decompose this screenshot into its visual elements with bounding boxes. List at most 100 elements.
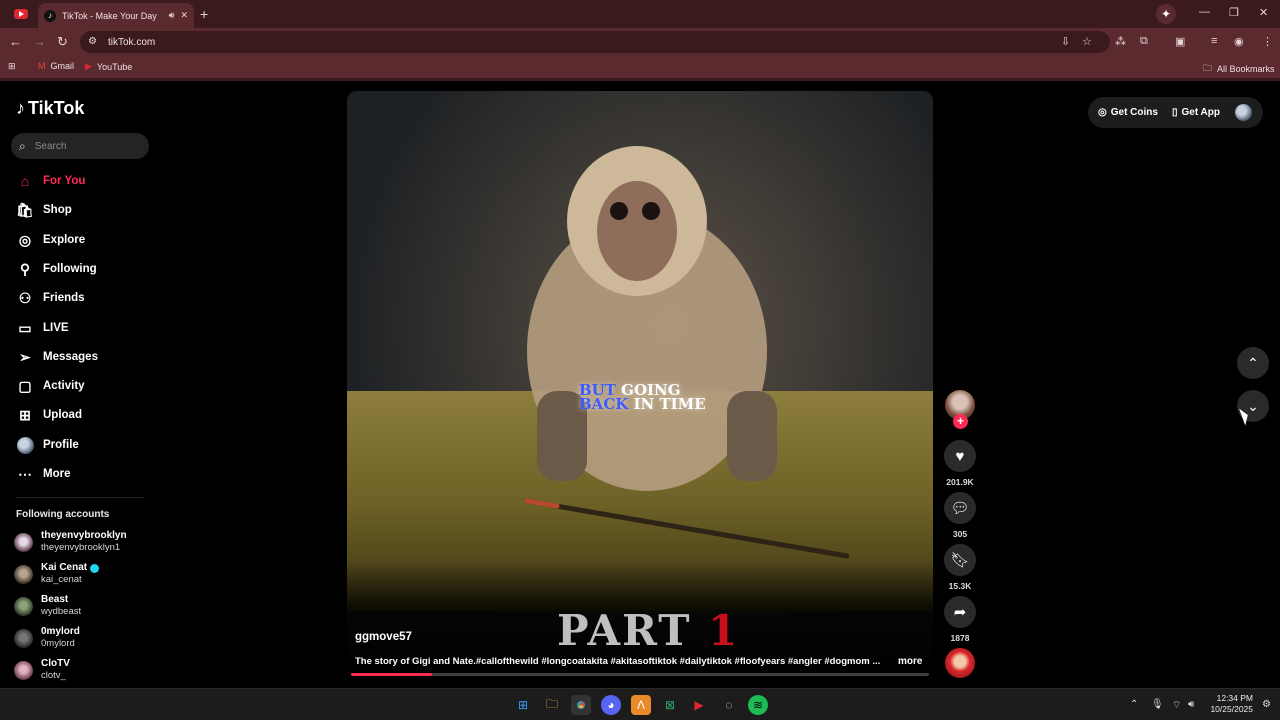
active-tab[interactable]: ♪ TikTok - Make Your Day 🔊︎ ✕ — [38, 3, 194, 28]
get-coins-button[interactable]: ◎ Get Coins — [1098, 107, 1158, 118]
logo-text: TikTok — [28, 98, 85, 118]
nav-label: Explore — [43, 234, 86, 246]
nav-friends[interactable]: ⚇ Friends — [16, 289, 85, 307]
chevron-up-icon: ⌃ — [1247, 354, 1259, 371]
part-word: PART — [557, 606, 692, 655]
account-item[interactable]: 0mylord 0mylord — [14, 626, 80, 650]
get-coins-label: Get Coins — [1110, 107, 1158, 118]
all-bookmarks[interactable]: 🗀 All Bookmarks — [1203, 61, 1275, 77]
nav-activity[interactable]: ▢ Activity — [16, 377, 84, 395]
overlay-white-text: IN TIME — [633, 395, 706, 413]
account-item[interactable]: CloTV clotv_ — [14, 658, 70, 682]
sound-disc-avatar[interactable] — [945, 648, 975, 678]
site-info-icon[interactable]: ⚙ — [88, 36, 100, 48]
bookmark-label: YouTube — [96, 61, 133, 72]
video-caption-overlay: BUT GOING BACK IN TIME — [579, 383, 706, 413]
account-item[interactable]: Kai Cenat kai_cenat — [14, 562, 100, 586]
account-handle: clotv_ — [41, 670, 66, 681]
bookmark-icon: 🔖︎ — [950, 552, 970, 569]
description-more-button[interactable]: more — [898, 656, 922, 667]
nav-more[interactable]: ⋯ More — [16, 465, 70, 483]
nav-label: Profile — [43, 439, 79, 451]
nav-for-you[interactable]: ⌂ For You — [16, 172, 86, 190]
volume-icon[interactable]: 🔊︎ — [1188, 699, 1194, 710]
minimize-icon[interactable]: — — [1199, 6, 1210, 18]
account-item[interactable]: Beast wydbeast — [14, 594, 81, 618]
chrome-icon[interactable] — [571, 695, 591, 715]
comment-count: 305 — [952, 529, 968, 539]
excel-icon[interactable]: ⊠ — [660, 695, 680, 715]
nav-upload[interactable]: ⊞ Upload — [16, 406, 82, 424]
upload-icon: ⊞ — [19, 406, 31, 423]
youtube-app-icon[interactable]: ▶ — [689, 695, 709, 715]
video-player[interactable]: BUT GOING BACK IN TIME PART 1 ggmove57 T… — [347, 91, 933, 677]
back-icon[interactable]: ← — [9, 34, 22, 49]
coin-icon: ◎ — [1098, 107, 1107, 118]
discord-icon[interactable]: ◕ — [601, 695, 621, 715]
account-handle: wydbeast — [41, 606, 82, 617]
bookmark-star-icon[interactable]: ☆ — [1082, 35, 1092, 48]
friends-icon: ⚇ — [18, 289, 32, 306]
wifi-icon[interactable]: ⌔ — [1172, 699, 1181, 712]
extension-icon[interactable]: ⁂ — [1115, 35, 1126, 48]
clock-time: 12:34 PM — [1216, 693, 1253, 703]
bookmark-youtube[interactable]: ▶ YouTube — [85, 61, 132, 72]
get-app-button[interactable]: ▯ Get App — [1172, 107, 1220, 118]
sidepanel-icon[interactable]: ▣ — [1175, 35, 1185, 48]
live-icon: ▭ — [18, 319, 32, 336]
speaker-icon[interactable]: 🔊︎ — [169, 10, 175, 21]
close-window-icon[interactable]: ✕ — [1259, 6, 1268, 19]
save-button[interactable]: 🔖︎ — [944, 544, 976, 576]
tray-chevron-icon[interactable]: ⌃ — [1130, 699, 1138, 710]
sidebar-divider — [16, 497, 144, 498]
nav-shop[interactable]: 🛍︎ Shop — [16, 201, 72, 219]
chevron-down-icon: ⌄ — [1247, 397, 1259, 414]
maximize-icon[interactable]: ❐ — [1229, 6, 1239, 19]
nav-label: For You — [43, 175, 86, 187]
save-count: 15.3K — [948, 581, 972, 591]
share-icon: ➦ — [953, 604, 967, 621]
bookmark-gmail[interactable]: M Gmail — [38, 61, 74, 71]
like-button[interactable]: ♥ — [944, 440, 976, 472]
new-tab-button[interactable]: + — [200, 6, 208, 22]
windows-start-icon[interactable]: ⊞ — [513, 695, 533, 715]
nav-live[interactable]: ▭ LIVE — [16, 319, 68, 337]
video-author[interactable]: ggmove57 — [355, 631, 412, 643]
game-app-icon[interactable]: ◌ — [719, 695, 739, 715]
puzzle-icon[interactable]: ⧉ — [1140, 35, 1148, 48]
close-tab-icon[interactable]: ✕ — [180, 10, 188, 21]
search-input[interactable]: ⌕ Search — [11, 133, 149, 159]
address-bar[interactable]: ⚙ tikTok.com — [80, 31, 1110, 53]
apps-grid-icon[interactable]: ⊞ — [8, 61, 16, 72]
menu-icon[interactable]: ⋮ — [1262, 35, 1273, 48]
reload-icon[interactable]: ↻ — [57, 34, 68, 50]
profile-avatar-icon[interactable]: ◉ — [1234, 35, 1244, 48]
app-a-icon[interactable]: Λ — [631, 695, 651, 715]
comment-button[interactable]: 💬︎ — [944, 492, 976, 524]
follow-plus-button[interactable]: + — [953, 414, 968, 429]
spotify-icon[interactable]: ≋ — [748, 695, 768, 715]
media-icon[interactable]: ≡ — [1211, 35, 1217, 47]
avatar — [14, 660, 33, 680]
system-clock[interactable]: 12:34 PM 10/25/2025 — [1207, 693, 1253, 715]
nav-profile[interactable]: Profile — [16, 436, 79, 454]
nav-messages[interactable]: ➢ Messages — [16, 348, 98, 366]
nav-following[interactable]: ⚲ Following — [16, 260, 97, 278]
gemini-icon[interactable]: ✦ — [1156, 4, 1176, 24]
notification-icon[interactable]: ⚙ — [1262, 699, 1271, 710]
previous-video-button[interactable]: ⌃ — [1237, 347, 1269, 379]
video-progress-bar[interactable] — [351, 673, 929, 676]
account-name: Beast — [41, 594, 69, 605]
account-item[interactable]: theyenvybrooklyn theyenvybrooklyn1 — [14, 530, 127, 554]
browser-tab-bar: ♪ TikTok - Make Your Day 🔊︎ ✕ + ✦ — ❐ ✕ — [0, 0, 1280, 28]
microphone-icon[interactable]: 🎙︎ — [1151, 699, 1164, 710]
profile-avatar[interactable] — [1235, 104, 1252, 121]
following-accounts-title: Following accounts — [16, 509, 110, 520]
share-button[interactable]: ➦ — [944, 596, 976, 628]
install-app-icon[interactable]: ⇩ — [1061, 35, 1070, 48]
nav-explore[interactable]: ◎ Explore — [16, 231, 85, 249]
pinned-tab-youtube[interactable] — [8, 5, 34, 23]
file-explorer-icon[interactable]: 🗀 — [542, 695, 562, 715]
tiktok-logo[interactable]: ♪ TikTok — [16, 98, 84, 119]
forward-icon[interactable]: → — [33, 34, 46, 49]
